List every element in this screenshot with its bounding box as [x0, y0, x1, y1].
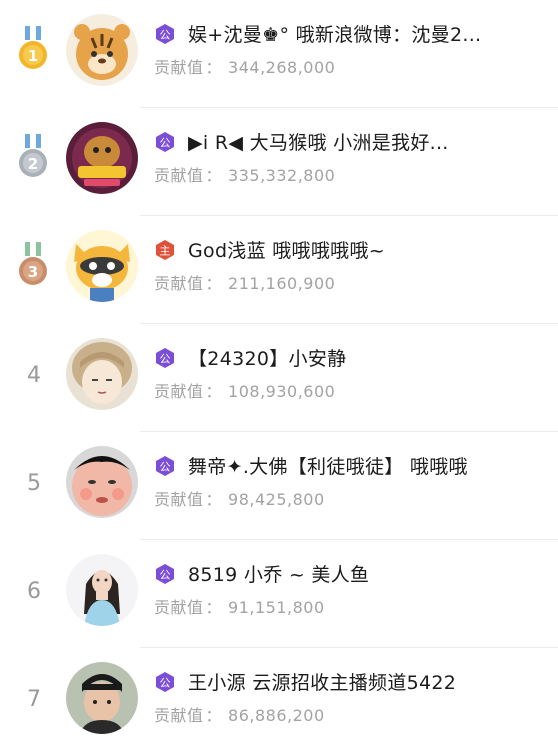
label-separator: ：: [205, 598, 223, 617]
label-separator: ：: [205, 382, 223, 401]
woman-avatar[interactable]: [66, 554, 138, 626]
user-name[interactable]: 娱+沈曼♚° 哦新浪微博：沈曼2...: [188, 20, 538, 47]
contribution-label: 贡献值: [154, 382, 204, 401]
label-separator: ：: [205, 706, 223, 725]
rank-number: 5: [27, 471, 41, 496]
label-separator: ：: [205, 274, 223, 293]
badge-text: 主: [160, 245, 171, 258]
badge-text: 公: [160, 29, 171, 42]
badge-text: 公: [160, 461, 171, 474]
ranking-row-1[interactable]: 1 公 娱+沈曼♚° 哦新浪微博：沈曼2... 贡献值： 344,268,000: [0, 0, 558, 108]
ranking-row-4[interactable]: 4 公 【24320】小安静 贡献值： 108,930,600: [0, 324, 558, 432]
user-name[interactable]: 【24320】小安静: [188, 344, 538, 371]
contribution-label: 贡献值: [154, 706, 204, 725]
rank-number: 4: [27, 363, 41, 388]
fan-badge-icon: 公: [156, 564, 174, 584]
ranking-row-6[interactable]: 6 公 8519 小乔 ~ 美人鱼 贡献值： 91,151,800: [0, 540, 558, 648]
fan-badge-icon: 公: [156, 456, 174, 476]
fan-badge-icon: 公: [156, 132, 174, 152]
contribution-value: 贡献值： 335,332,800: [154, 162, 335, 186]
medal-number: 1: [28, 47, 38, 65]
host-badge-icon: 主: [156, 240, 174, 260]
contribution-amount: 335,332,800: [228, 166, 336, 185]
ranking-row-5[interactable]: 5 公 舞帝✦.大佛【利徒哦徒】 哦哦哦 贡献值： 98,425,800: [0, 432, 558, 540]
badge-text: 公: [160, 677, 171, 690]
bronze-medal-icon: 3: [19, 242, 47, 285]
badge-text: 公: [160, 353, 171, 366]
anime-girl-avatar[interactable]: [66, 338, 138, 410]
user-name[interactable]: 王小源 云源招收主播频道5422: [188, 668, 538, 695]
contribution-label: 贡献值: [154, 274, 204, 293]
label-separator: ：: [205, 58, 223, 77]
contribution-label: 贡献值: [154, 490, 204, 509]
user-name[interactable]: God浅蓝 哦哦哦哦哦~: [188, 236, 538, 263]
contribution-value: 贡献值： 211,160,900: [154, 270, 335, 294]
label-separator: ：: [205, 490, 223, 509]
fan-badge-icon: 公: [156, 348, 174, 368]
fan-badge-icon: 公: [156, 672, 174, 692]
contribution-ranking-list: 1 公 娱+沈曼♚° 哦新浪微博：沈曼2... 贡献值：344,268,000: [0, 0, 558, 737]
badge-text: 公: [160, 137, 171, 150]
rank-number: 6: [27, 579, 41, 604]
contribution-value: 贡献值： 108,930,600: [154, 378, 335, 402]
contribution-amount: 86,886,200: [228, 706, 325, 725]
contribution-value: 贡献值： 98,425,800: [154, 486, 325, 510]
user-name[interactable]: ▶i R◀ 大马猴哦 小洲是我好...: [188, 128, 538, 155]
raccoon-avatar[interactable]: [66, 230, 138, 302]
contribution-value: 贡献值： 344,268,000: [154, 54, 335, 78]
ranking-row-2[interactable]: 2 公 ▶i R◀ 大马猴哦 小洲是我好... 贡献值： 335,332,800: [0, 108, 558, 216]
user-name[interactable]: 8519 小乔 ~ 美人鱼: [188, 560, 538, 587]
user-name[interactable]: 舞帝✦.大佛【利徒哦徒】 哦哦哦: [188, 452, 538, 479]
funny-face-avatar[interactable]: [66, 446, 138, 518]
monkey-king-avatar[interactable]: [66, 122, 138, 194]
contribution-amount: 98,425,800: [228, 490, 325, 509]
ranking-row-3[interactable]: 3 主 God浅蓝 哦哦哦哦哦~ 贡献值： 211,160,900: [0, 216, 558, 324]
man-avatar[interactable]: [66, 662, 138, 734]
tiger-avatar[interactable]: [66, 14, 138, 86]
contribution-amount: 91,151,800: [228, 598, 325, 617]
gold-medal-icon: 1: [19, 26, 47, 69]
contribution-amount: 344,268,000: [228, 58, 336, 77]
fan-badge-icon: 公: [156, 24, 174, 44]
contribution-value: 贡献值： 86,886,200: [154, 702, 325, 726]
rank-number: 7: [27, 687, 41, 712]
badge-text: 公: [160, 569, 171, 582]
medal-number: 3: [28, 263, 38, 281]
contribution-amount: 108,930,600: [228, 382, 336, 401]
contribution-label: 贡献值: [154, 598, 204, 617]
contribution-label: 贡献值: [154, 58, 204, 77]
medal-number: 2: [28, 155, 38, 173]
contribution-amount: 211,160,900: [228, 274, 336, 293]
ranking-row-7[interactable]: 7 公 王小源 云源招收主播频道5422 贡献值： 86,886,200: [0, 648, 558, 756]
contribution-label: 贡献值: [154, 166, 204, 185]
label-separator: ：: [205, 166, 223, 185]
contribution-value: 贡献值： 91,151,800: [154, 594, 325, 618]
silver-medal-icon: 2: [19, 134, 47, 177]
